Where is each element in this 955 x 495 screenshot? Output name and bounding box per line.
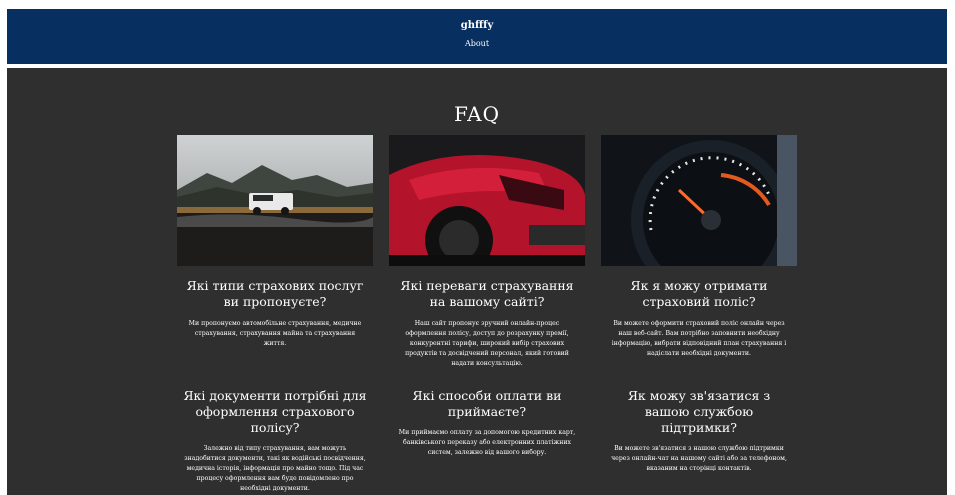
faq-card-5: Які способи оплати ви приймаєте? Ми прий… — [389, 388, 585, 458]
faq-question: Які переваги страхування на вашому сайті… — [400, 278, 574, 309]
nav-about-link[interactable]: About — [465, 39, 489, 48]
faq-question: Які способи оплати ви приймаєте? — [412, 388, 562, 419]
faq-answer: Залежно від типу страхування, вам можуть… — [184, 445, 366, 492]
faq-question: Як я можу отримати страховий поліс? — [630, 278, 768, 309]
suv-landscape-image — [177, 135, 373, 266]
faq-card-3: Як я можу отримати страховий поліс? Ви м… — [601, 135, 797, 359]
faq-answer: Ви можете зв'язатися з нашою службою під… — [611, 445, 787, 472]
faq-answer: Наш сайт пропонує зручний онлайн-процес … — [405, 320, 569, 367]
faq-section: FAQ Які типи страхових послуг ви пропону… — [7, 68, 947, 495]
site-header: ghfffy About — [7, 9, 947, 64]
faq-card-2: Які переваги страхування на вашому сайті… — [389, 135, 585, 369]
red-sports-car-image — [389, 135, 585, 266]
faq-answer: Ми пропонуємо автомобільне страхування, … — [188, 320, 362, 347]
faq-question: Як можу зв'язатися з вашою службою підтр… — [627, 388, 771, 435]
faq-card-6: Як можу зв'язатися з вашою службою підтр… — [601, 388, 797, 474]
faq-card-4: Які документи потрібні для оформлення ст… — [177, 388, 373, 494]
faq-answer: Ми приймаємо оплату за допомогою кредитн… — [398, 429, 576, 456]
faq-question: Які типи страхових послуг ви пропонуєте? — [186, 278, 364, 309]
faq-card-1: Які типи страхових послуг ви пропонуєте?… — [177, 135, 373, 349]
site-brand[interactable]: ghfffy — [7, 20, 947, 31]
faq-question: Які документи потрібні для оформлення ст… — [183, 388, 367, 435]
page-title: FAQ — [454, 102, 500, 126]
faq-answer: Ви можете оформити страховий поліс онлай… — [611, 320, 787, 357]
speedometer-image — [601, 135, 797, 266]
